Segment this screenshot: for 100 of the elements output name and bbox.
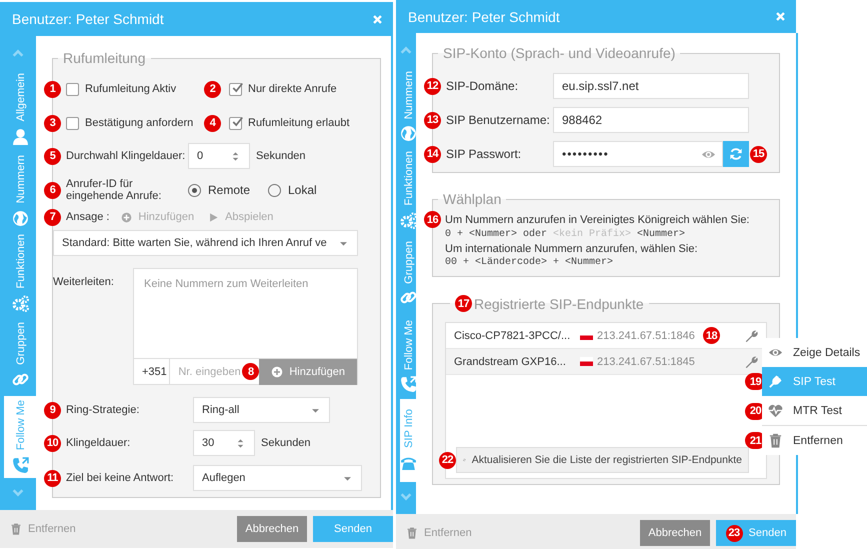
number-badge: 1 <box>44 80 61 98</box>
sidebar-tab[interactable]: Allgemein <box>4 68 37 150</box>
number-badge: 10 <box>44 434 61 452</box>
number-field[interactable]: 30 <box>193 430 255 456</box>
radio-button[interactable] <box>188 184 201 196</box>
regenerate-button[interactable] <box>723 141 749 167</box>
field-label: SIP Benutzername: <box>446 113 551 127</box>
menu-item[interactable]: SIP Test <box>762 367 867 396</box>
number-badge: 23 <box>726 524 743 542</box>
field-label: Weiterleiten: <box>53 275 115 288</box>
checkbox[interactable] <box>66 116 79 130</box>
plus-icon <box>121 212 132 222</box>
send-button[interactable]: Senden <box>313 516 393 542</box>
instruction-text: Um Nummern anzurufen in Vereinigtes Königreich wählen Sie: <box>445 212 750 226</box>
number-badge: 4 <box>204 114 221 132</box>
number-badge: 22 <box>439 452 456 468</box>
ip-address: 213.241.67.51:1845 <box>597 356 696 368</box>
checkbox[interactable] <box>229 116 242 130</box>
sidebar-tab[interactable]: Funktionen <box>400 148 417 232</box>
field-label: Klingeldauer: <box>66 437 132 449</box>
select-field[interactable]: Ring-all <box>193 397 330 423</box>
globe-icon <box>12 210 29 227</box>
number-input[interactable]: Nr. eingeben <box>170 364 242 378</box>
number-badge: 3 <box>44 114 61 132</box>
instruction-text: Um internationale Nummern anzurufen, wählen Sie: <box>445 242 698 256</box>
number-badge: 13 <box>424 112 441 128</box>
spinner-icon[interactable] <box>235 438 246 448</box>
field-label: Ansage : <box>66 211 110 223</box>
select-field[interactable]: Auflegen <box>193 465 362 491</box>
device-name: Grandstream GXP16... <box>454 356 567 368</box>
cancel-button[interactable]: Abbrechen <box>237 516 307 542</box>
radio-label: Lokal <box>288 183 317 197</box>
checkbox-label: Rufumleitung Aktiv <box>85 83 176 95</box>
sidebar-tab[interactable]: Nummern <box>4 150 37 232</box>
number-badge: 6 <box>44 182 61 198</box>
unit-label: Sekunden <box>256 150 306 162</box>
plug-icon <box>768 374 783 389</box>
trash-icon <box>406 527 418 539</box>
person-icon <box>12 128 29 145</box>
section-title: Registrierte SIP-Endpunkte <box>474 296 644 312</box>
wrench-icon[interactable] <box>744 328 758 342</box>
section-title: Wählplan <box>442 191 502 207</box>
checkbox[interactable] <box>229 82 242 96</box>
field-label: Anrufer-ID für eingehende Anrufe: <box>66 178 162 202</box>
dial-format: 00 + <Ländercode> + <Nummer> <box>445 256 614 270</box>
sidebar-tab[interactable]: Follow Me <box>400 315 417 399</box>
number-field[interactable]: 0 <box>188 143 250 169</box>
text-field[interactable]: eu.sip.ssl7.net <box>553 73 749 99</box>
spinner-icon[interactable] <box>230 150 241 162</box>
window-title: Benutzer: Peter Schmidt <box>408 8 560 24</box>
send-button[interactable]: 23 Senden <box>716 520 796 546</box>
text-field[interactable]: 988462 <box>553 107 749 133</box>
sidebar-tab[interactable]: Follow Me <box>4 396 37 478</box>
number-badge: 5 <box>44 148 61 164</box>
menu-item[interactable]: MTR Test <box>762 396 867 426</box>
device-name: Cisco-CP7821-3PCC/... <box>454 330 572 342</box>
plus-icon <box>271 366 284 378</box>
radio-label: Remote <box>208 183 250 197</box>
number-badge: 9 <box>44 402 61 418</box>
checkbox-label: Nur direkte Anrufe <box>248 83 337 95</box>
unit-label: Sekunden <box>261 437 311 449</box>
refresh-button[interactable]: Aktualisieren Sie die Liste der registrierten SIP-Endpunkte <box>456 447 749 473</box>
add-button[interactable]: Hinzufügen <box>259 358 357 384</box>
number-badge: 17 <box>455 295 472 312</box>
checkbox[interactable] <box>66 82 79 96</box>
field-label: Durchwahl Klingeldauer: <box>66 150 186 162</box>
number-badge: 11 <box>44 470 61 486</box>
sidebar-tab[interactable]: Gruppen <box>400 232 417 316</box>
section-title: Rufumleitung <box>62 50 146 66</box>
field-label: Ring-Strategie: <box>66 404 140 416</box>
refresh-icon <box>729 147 743 161</box>
number-badge: 7 <box>44 208 61 226</box>
checkbox-label: Rufumleitung erlaubt <box>248 117 350 129</box>
number-badge: 15 <box>750 146 767 162</box>
close-icon[interactable] <box>775 11 786 22</box>
gears-icon <box>12 294 29 312</box>
remove-button[interactable]: Entfernen <box>10 523 76 535</box>
sidebar-tab[interactable]: SIP Info <box>400 398 417 482</box>
country-code-field[interactable]: +351 <box>134 359 170 384</box>
play-icon <box>208 212 220 222</box>
phone-icon <box>12 456 29 474</box>
field-label: Ziel bei keine Antwort: <box>66 472 175 484</box>
ip-address: 213.241.67.51:1846 <box>597 330 696 342</box>
number-badge: 16 <box>424 211 441 228</box>
empty-message: Keine Nummern zum Weiterleiten <box>143 277 310 292</box>
remove-button[interactable]: Entfernen <box>406 527 472 539</box>
close-icon[interactable] <box>372 14 383 24</box>
checkbox-label: Bestätigung anfordern <box>85 117 194 129</box>
cancel-button[interactable]: Abbrechen <box>640 520 710 546</box>
select-field[interactable]: Standard: Bitte warten Sie, während ich Ihren Anruf ve <box>53 230 358 256</box>
number-badge: 2 <box>204 80 221 98</box>
wrench-icon[interactable] <box>744 354 758 368</box>
field-label: SIP-Domäne: <box>446 79 520 93</box>
sidebar-tab[interactable]: Funktionen <box>4 232 37 314</box>
sidebar-tab[interactable]: Gruppen <box>4 314 37 396</box>
number-badge: 14 <box>424 146 441 162</box>
trash-icon <box>10 523 22 535</box>
password-field[interactable]: ••••••••• <box>553 141 723 167</box>
radio-button[interactable] <box>268 184 281 196</box>
sidebar-tab[interactable]: Nummern <box>400 65 417 148</box>
